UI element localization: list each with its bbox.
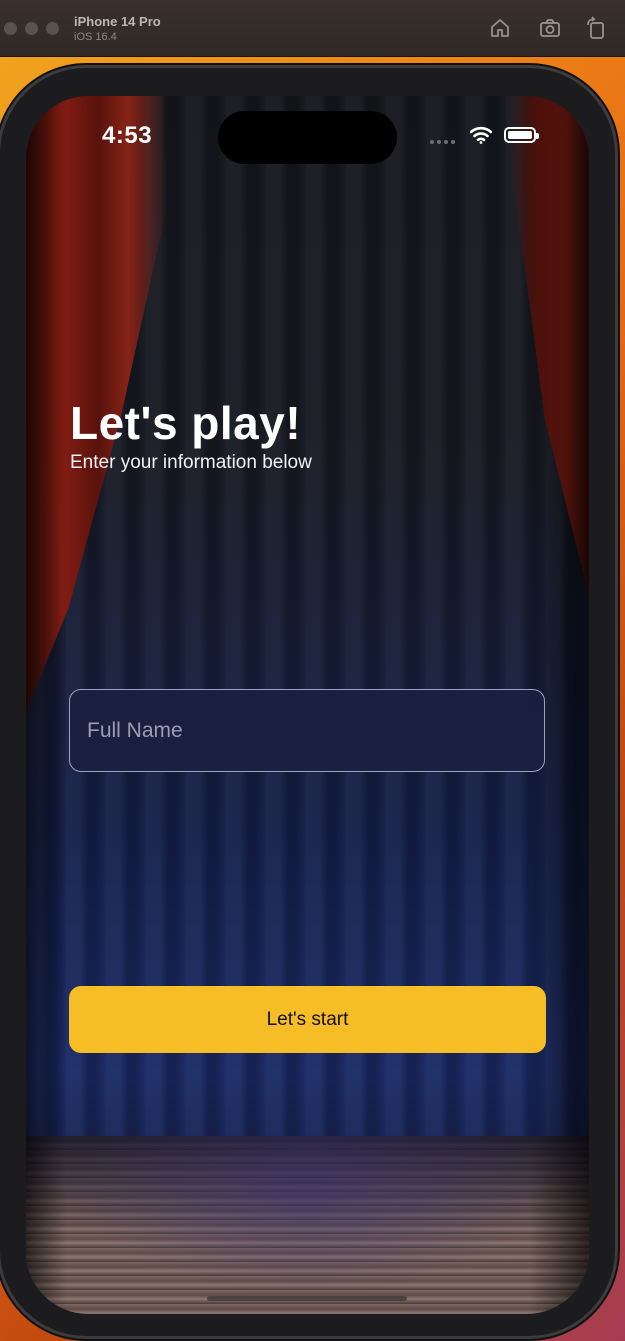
home-indicator[interactable] (207, 1296, 407, 1301)
zoom-window-button[interactable] (46, 22, 59, 35)
close-window-button[interactable] (4, 22, 17, 35)
app-screen: 4:53 Let's play! Enter your information … (26, 96, 589, 1314)
simulator-title-bar: iPhone 14 Pro iOS 16.4 (0, 0, 625, 57)
page-subtitle: Enter your information below (70, 452, 312, 473)
page-title: Let's play! (70, 397, 302, 449)
dynamic-island (218, 111, 397, 164)
simulator-device-name: iPhone 14 Pro (74, 14, 161, 29)
wifi-icon (470, 126, 492, 144)
status-bar-time: 4:53 (102, 122, 153, 149)
cellular-signal-icon (430, 140, 455, 144)
full-name-input[interactable] (69, 689, 545, 772)
simulator-os-version: iOS 16.4 (74, 31, 117, 43)
rotate-icon[interactable] (584, 16, 608, 40)
window-controls (4, 22, 59, 35)
battery-fill (508, 131, 532, 139)
screen-shade-left (26, 96, 66, 1314)
home-icon[interactable] (488, 16, 512, 40)
minimize-window-button[interactable] (25, 22, 38, 35)
lets-start-button[interactable]: Let's start (69, 986, 546, 1053)
screenshot-icon[interactable] (538, 16, 562, 40)
stage-shadow (26, 1136, 589, 1314)
battery-icon (504, 127, 539, 143)
